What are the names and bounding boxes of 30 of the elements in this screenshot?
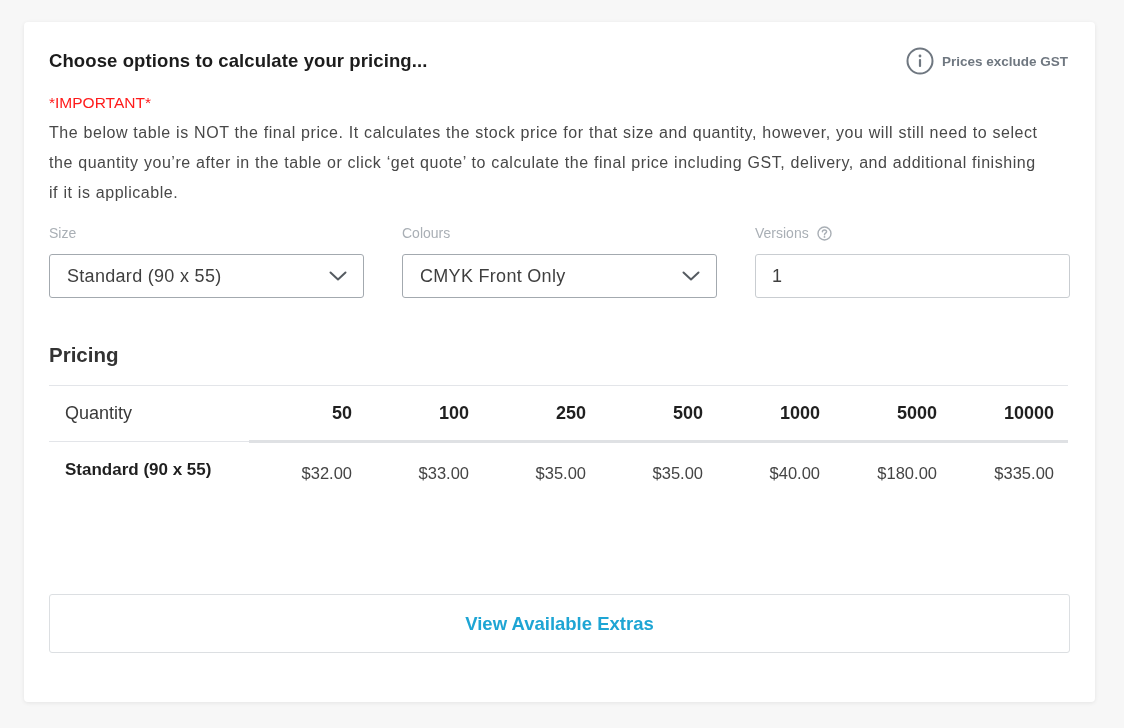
field-label: Colours — [402, 225, 451, 241]
price-cell[interactable]: $335.00 — [951, 441, 1068, 504]
quantity-header[interactable]: 250 — [483, 385, 600, 442]
field-label: Versions — [755, 225, 809, 241]
price-cell[interactable]: $35.00 — [483, 441, 600, 504]
gst-note: Prices exclude GST — [941, 53, 1068, 69]
input-field[interactable]: 1 — [755, 254, 1070, 298]
dropdown-select[interactable]: Standard (90 x 55) — [49, 254, 364, 298]
notice-text: The below table is NOT the final price. It calculates the stock price for that size and quantity, however, you will still need to select the quantity you’re after in the table or click ‘get quote’ to calculate the final price including GST, delivery, and additional finishing if it is applicable. — [49, 123, 1039, 203]
quantity-header[interactable]: 500 — [600, 385, 717, 442]
price-cell[interactable]: $40.00 — [717, 441, 834, 504]
quantity-header[interactable]: 5000 — [834, 385, 951, 442]
chevron-down-icon — [329, 271, 347, 281]
price-cell[interactable]: $35.00 — [600, 441, 717, 504]
section-title: Pricing — [49, 343, 120, 367]
price-cell[interactable]: $32.00 — [249, 441, 366, 504]
quantity-header[interactable]: 1000 — [717, 385, 834, 442]
important-label: *IMPORTANT* — [49, 93, 152, 113]
price-cell[interactable]: $180.00 — [834, 441, 951, 504]
row-label: Standard (90 x 55) — [49, 441, 249, 504]
quantity-header[interactable]: 100 — [366, 385, 483, 442]
row-header-label: Quantity — [49, 385, 249, 442]
field-label: Size — [49, 225, 77, 241]
card-title: Choose options to calculate your pricing... — [49, 50, 429, 72]
quantity-header[interactable]: 50 — [249, 385, 366, 442]
quantity-header[interactable]: 10000 — [951, 385, 1068, 442]
info-icon[interactable] — [905, 47, 934, 75]
chevron-down-icon — [682, 271, 700, 281]
dropdown-select[interactable]: CMYK Front Only — [402, 254, 717, 298]
price-cell[interactable]: $33.00 — [366, 441, 483, 504]
